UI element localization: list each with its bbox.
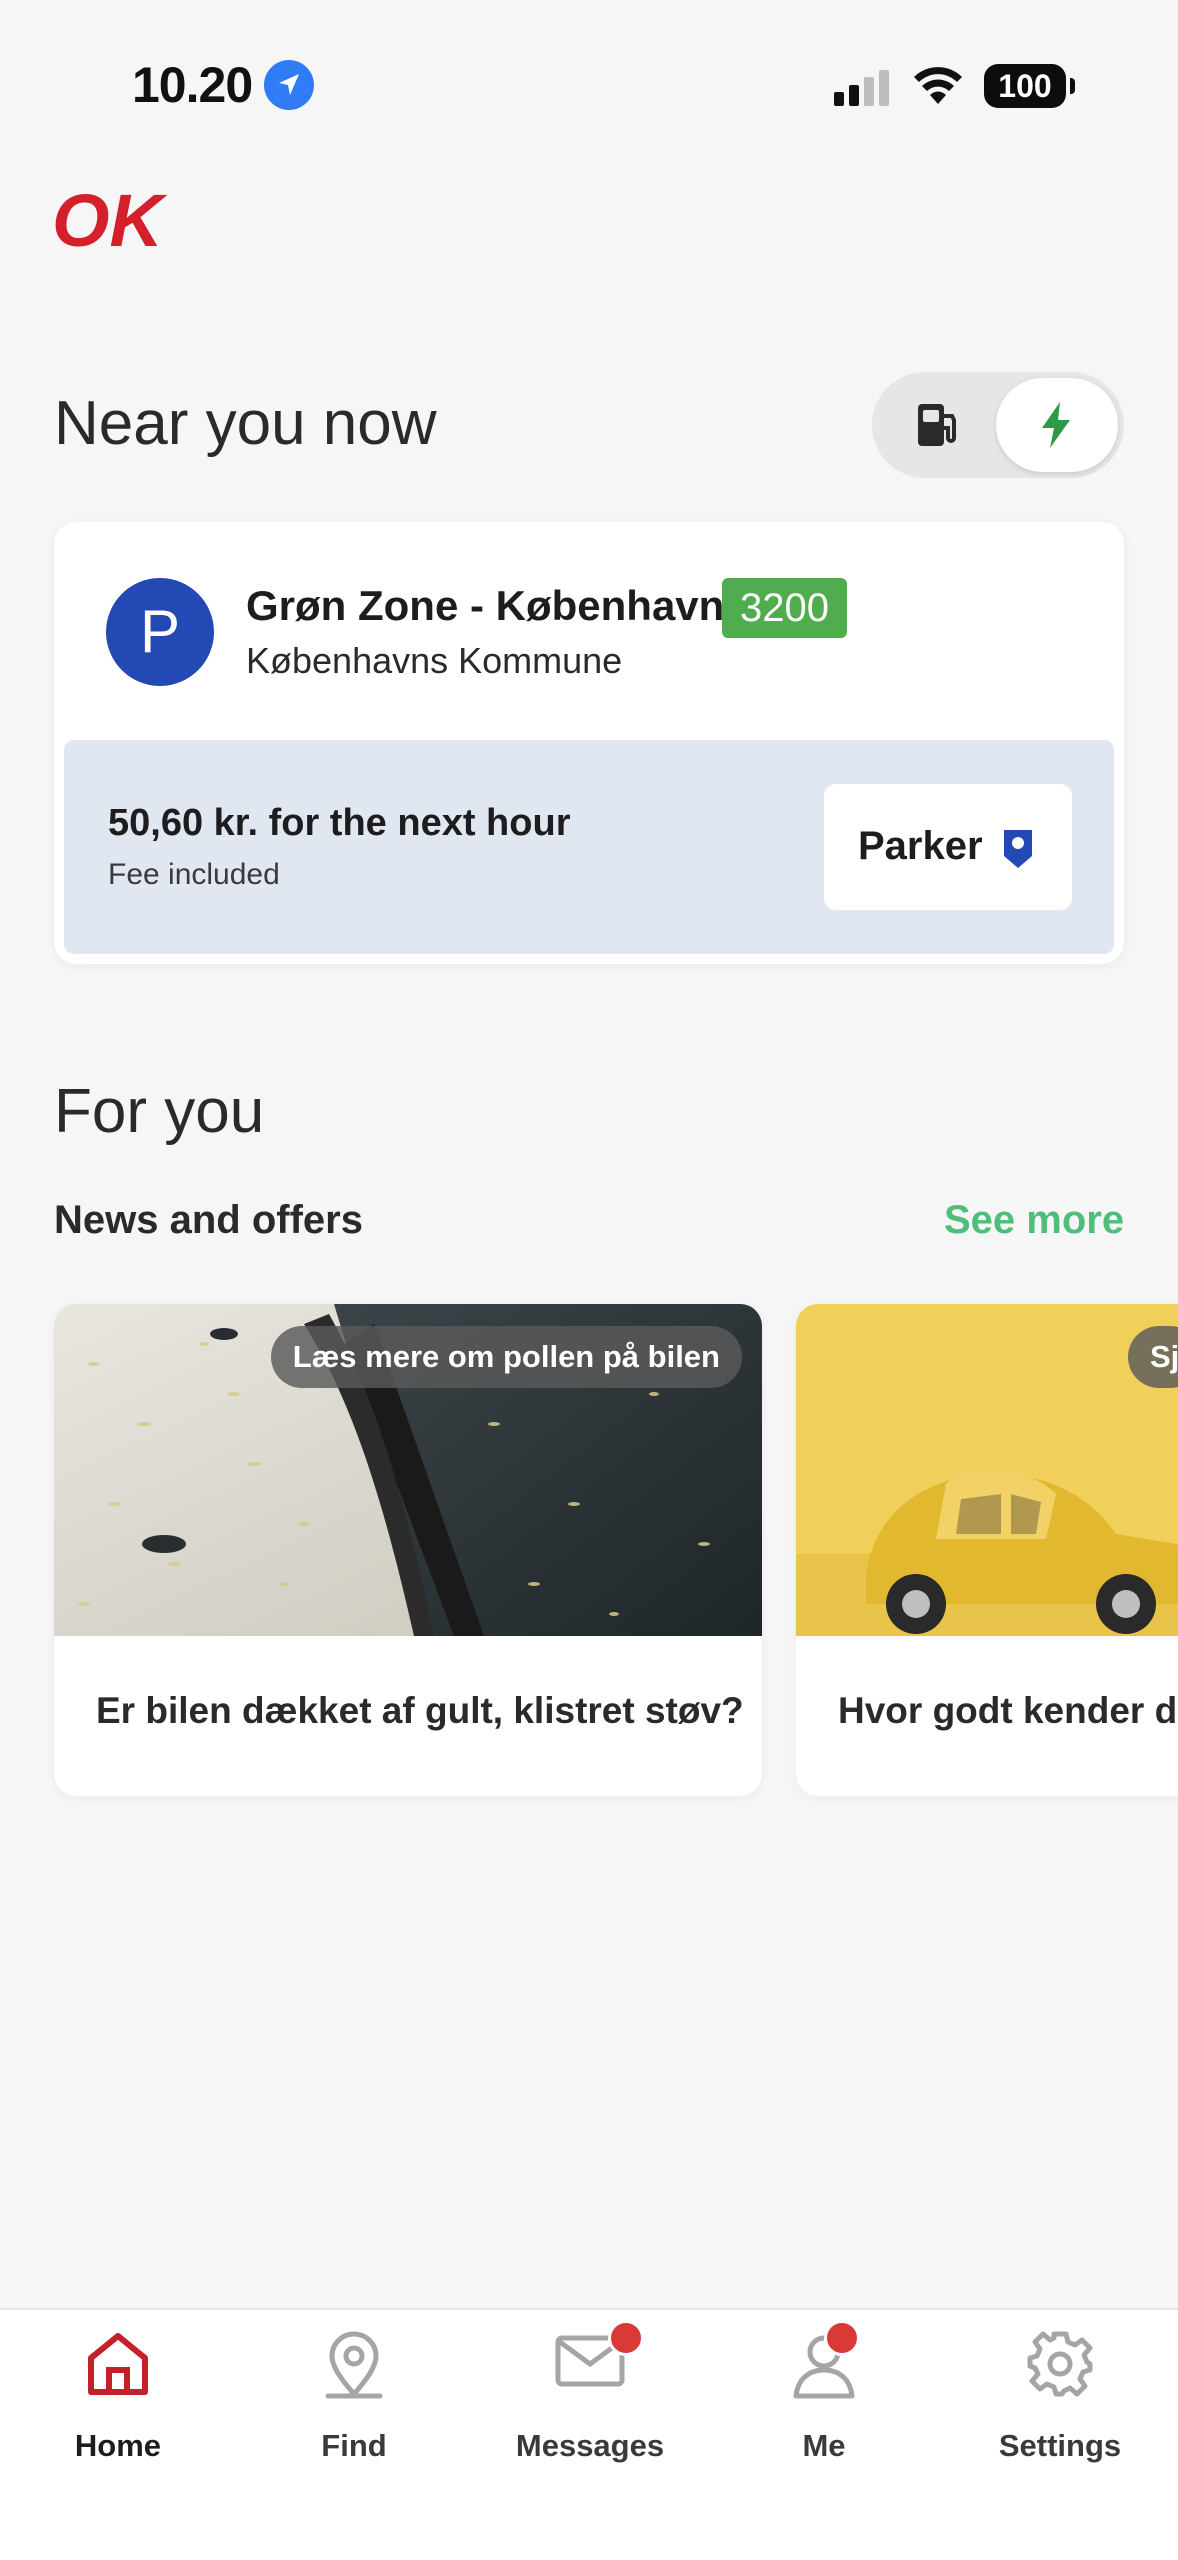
tab-home[interactable]: Home — [0, 2310, 236, 2490]
fuel-pump-icon[interactable] — [916, 402, 960, 448]
zone-code-badge: 3200 — [722, 578, 847, 638]
messages-badge — [608, 2320, 644, 2356]
tab-home-label: Home — [74, 2428, 162, 2463]
fuel-charging-toggle[interactable] — [872, 372, 1124, 478]
parker-button[interactable]: Parker — [824, 784, 1072, 910]
news-card[interactable]: Læs mere om pollen på bilen Er bilen dæk… — [54, 1304, 762, 1796]
news-card-tag: Læs mere om pollen på bilen — [270, 1326, 742, 1388]
price-box: 50,60 kr. for the next hour Fee included… — [64, 740, 1114, 954]
tab-settings[interactable]: Settings — [942, 2310, 1178, 2490]
tab-messages-label: Messages — [515, 2428, 665, 2463]
map-pin-icon — [325, 2331, 383, 2399]
tab-find-label: Find — [321, 2428, 387, 2463]
for-you-title: For you — [54, 1077, 265, 1146]
news-card-caption: Er bilen dækket af gult, klistret støv? — [96, 1690, 744, 1731]
lightning-icon[interactable] — [1036, 400, 1076, 450]
parking-p-icon: P — [106, 578, 214, 686]
gear-icon — [1027, 2331, 1093, 2397]
parking-pin-icon — [1004, 830, 1032, 868]
parking-zone-card[interactable]: P Grøn Zone - København 3200 Københavns … — [54, 522, 1124, 964]
home-icon — [88, 2333, 148, 2395]
price-text: 50,60 kr. for the next hour — [108, 802, 571, 844]
see-more-link[interactable]: See more — [944, 1198, 1124, 1243]
tab-settings-label: Settings — [998, 2428, 1122, 2463]
wifi-icon — [914, 67, 962, 104]
location-arrow-icon — [264, 60, 314, 110]
news-card[interactable]: Sj Hvor godt kender du — [796, 1304, 1178, 1796]
fee-note: Fee included — [108, 858, 280, 891]
zone-name: Grøn Zone - København — [246, 582, 725, 629]
ok-logo: OK — [52, 186, 168, 256]
battery-indicator: 100 — [984, 64, 1075, 108]
cellular-signal-icon — [834, 70, 889, 106]
tab-find[interactable]: Find — [236, 2310, 472, 2490]
yellow-beetle-image — [796, 1304, 1178, 1636]
municipality-name: Københavns Kommune — [246, 640, 623, 681]
me-badge — [824, 2320, 860, 2356]
news-and-offers-label: News and offers — [54, 1198, 363, 1242]
tab-messages[interactable]: Messages — [472, 2310, 708, 2490]
tab-me-label: Me — [802, 2428, 846, 2463]
parker-button-label: Parker — [858, 824, 983, 868]
svg-text:OK: OK — [52, 186, 168, 256]
status-bar: 10.20 100 — [0, 0, 1178, 170]
near-you-title: Near you now — [54, 389, 437, 458]
bottom-tab-bar: Home Find Messages Me Settings — [0, 2308, 1178, 2560]
status-time: 10.20 — [132, 57, 253, 113]
tab-me[interactable]: Me — [706, 2310, 942, 2490]
news-card-caption: Hvor godt kender du — [838, 1690, 1178, 1731]
